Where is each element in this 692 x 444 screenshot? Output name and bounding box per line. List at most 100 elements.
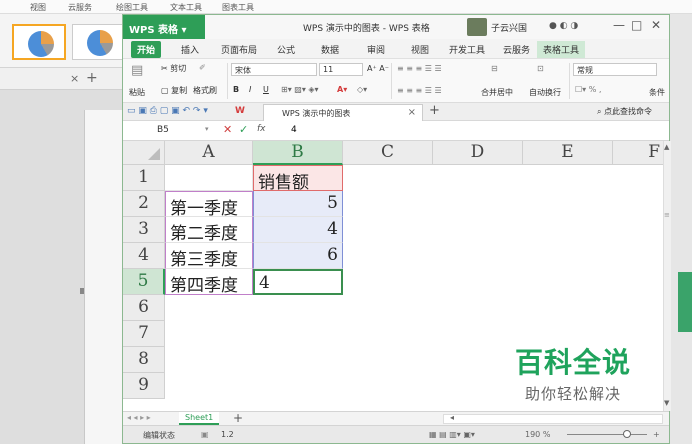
tab-insert[interactable]: 插入 [181,43,199,56]
font-color-icon[interactable]: A▾ [337,85,347,94]
cell-b2[interactable]: 5 [253,191,343,217]
row-header-2[interactable]: 2 [123,191,165,217]
percent-icons[interactable]: ☐▾ % ‚ [575,85,601,94]
font-size-select[interactable]: 11 [319,63,363,76]
cell-a5[interactable]: 第四季度 [165,269,253,295]
zoom-slider-handle[interactable] [623,430,631,438]
border-icon[interactable]: ⊞▾ ▨▾ ◈▾ [281,85,319,94]
cell-a3[interactable]: 第二季度 [165,217,253,243]
background-tabbar: × + [0,68,122,90]
tab-formula[interactable]: 公式 [277,43,295,56]
user-name[interactable]: 子云兴国 [491,21,527,34]
tab-page-layout[interactable]: 页面布局 [221,43,257,56]
wps-app-button[interactable]: WPS 表格 ▾ [123,15,205,39]
merge-center-button[interactable]: 合并居中 [481,87,513,98]
conditional-format-button[interactable]: 条件 [649,87,665,98]
zoom-slider[interactable] [567,434,647,435]
column-header-b[interactable]: B [253,141,343,165]
view-mode-icons[interactable]: ▦ ▤ ▥▾ ▣▾ [429,430,475,439]
align-icons[interactable]: ≡ ≡ ≡ ☰ ☰ [397,86,442,95]
column-header-d[interactable]: D [433,141,523,165]
row-header-6[interactable]: 6 [123,295,165,321]
chart-style-thumb-2[interactable] [72,24,126,60]
align-top-icons[interactable]: ≡ ≡ ≡ ☰ ☰ [397,64,442,73]
cell-b4[interactable]: 6 [253,243,343,269]
column-header-f[interactable]: F [613,141,669,165]
scroll-down-icon[interactable]: ▼ [664,399,669,407]
horizontal-scrollbar[interactable]: ◂ [443,413,663,424]
scroll-left-icon[interactable]: ◂ [450,413,454,422]
number-format-select[interactable]: 常规 [573,63,657,76]
row-header-4[interactable]: 4 [123,243,165,269]
wrap-text-button[interactable]: 自动换行 [529,87,561,98]
tab-home[interactable]: 开始 [131,41,162,58]
bg-menu-chart[interactable]: 图表工具 [222,2,254,13]
quick-access-icons[interactable]: ▭ ▣ ⎙ ▢ ▣ ↶ ↷ ▾ [127,106,208,116]
chart-style-thumb-1[interactable] [12,24,66,60]
tab-data[interactable]: 数据 [321,43,339,56]
italic-button[interactable]: I [249,85,251,94]
cell-b1[interactable]: 销售额 [253,165,343,191]
row-header-1[interactable]: 1 [123,165,165,191]
row-header-5[interactable]: 5 [123,269,165,295]
zoom-in-icon[interactable]: + [653,430,660,439]
clear-icon[interactable]: ◇▾ [357,85,367,94]
bg-menu-text[interactable]: 文本工具 [170,2,202,13]
tab-table-tools[interactable]: 表格工具 [537,41,586,58]
maximize-button[interactable]: □ [631,18,642,32]
paste-button[interactable]: 粘贴 [129,87,145,98]
column-header-e[interactable]: E [523,141,613,165]
column-header-c[interactable]: C [343,141,433,165]
select-all-corner[interactable] [123,141,165,165]
cell-a1[interactable] [165,165,253,191]
add-sheet-button[interactable]: + [233,411,243,425]
cell-b5-active[interactable]: 4 [253,269,343,295]
zoom-level[interactable]: 190 % [525,430,550,439]
tab-developer[interactable]: 开发工具 [449,43,485,56]
cell-a4[interactable]: 第三季度 [165,243,253,269]
vertical-scrollbar[interactable]: ▲ ≡ ▼ [663,141,671,411]
fx-icon[interactable]: fx [257,124,266,134]
copy-button[interactable]: ▢ 复制 [161,85,187,96]
avatar[interactable] [467,18,487,36]
close-button[interactable]: ✕ [651,18,661,32]
bg-menu-view[interactable]: 视图 [30,2,46,13]
title-icons[interactable]: ● ◐ ◑ [549,21,578,31]
font-name-select[interactable]: 宋体 [231,63,317,76]
cell-a2[interactable]: 第一季度 [165,191,253,217]
bg-menu-draw[interactable]: 绘图工具 [116,2,148,13]
new-tab-icon[interactable]: + [86,70,98,86]
chevron-down-icon[interactable]: ▾ [205,125,209,133]
bold-button[interactable]: B [233,85,239,94]
column-header-a[interactable]: A [165,141,253,165]
document-tab[interactable]: WPS 演示中的图表 × [263,104,423,121]
scroll-up-icon[interactable]: ▲ [664,143,669,151]
tab-cloud[interactable]: 云服务 [503,43,530,56]
underline-button[interactable]: U [263,85,269,94]
cell-b3[interactable]: 4 [253,217,343,243]
row-header-7[interactable]: 7 [123,321,165,347]
window-title: WPS 演示中的图表 - WPS 表格 [303,24,430,34]
bg-menu-cloud[interactable]: 云服务 [68,2,92,13]
tab-view[interactable]: 视图 [411,43,429,56]
formula-input[interactable]: 4 [291,125,297,135]
name-box[interactable]: B5 [127,123,213,138]
font-grow-icon[interactable]: A⁺ A⁻ [367,64,389,73]
row-header-3[interactable]: 3 [123,217,165,243]
row-header-9[interactable]: 9 [123,373,165,399]
new-tab-icon[interactable]: + [429,103,440,118]
macro-icon[interactable]: ▣ [201,430,209,439]
close-tab-icon[interactable]: × [70,72,79,85]
sheet-nav-icons[interactable]: ◂ ◂ ▸ ▸ [127,413,151,422]
row-header-8[interactable]: 8 [123,347,165,373]
close-tab-icon[interactable]: × [408,107,416,118]
format-painter-button[interactable]: 格式刷 [193,85,217,96]
tab-review[interactable]: 审阅 [367,43,385,56]
cut-button[interactable]: ✂ 剪切 [161,63,186,74]
search-command[interactable]: ⌕ 点此查找命令 [597,106,652,117]
sheet-tab-sheet1[interactable]: Sheet1 [179,412,220,425]
confirm-icon[interactable]: ✓ [239,123,248,136]
cancel-icon[interactable]: ✕ [223,123,232,136]
minimize-button[interactable]: — [613,18,625,32]
scroll-grip-icon[interactable]: ≡ [664,211,670,219]
